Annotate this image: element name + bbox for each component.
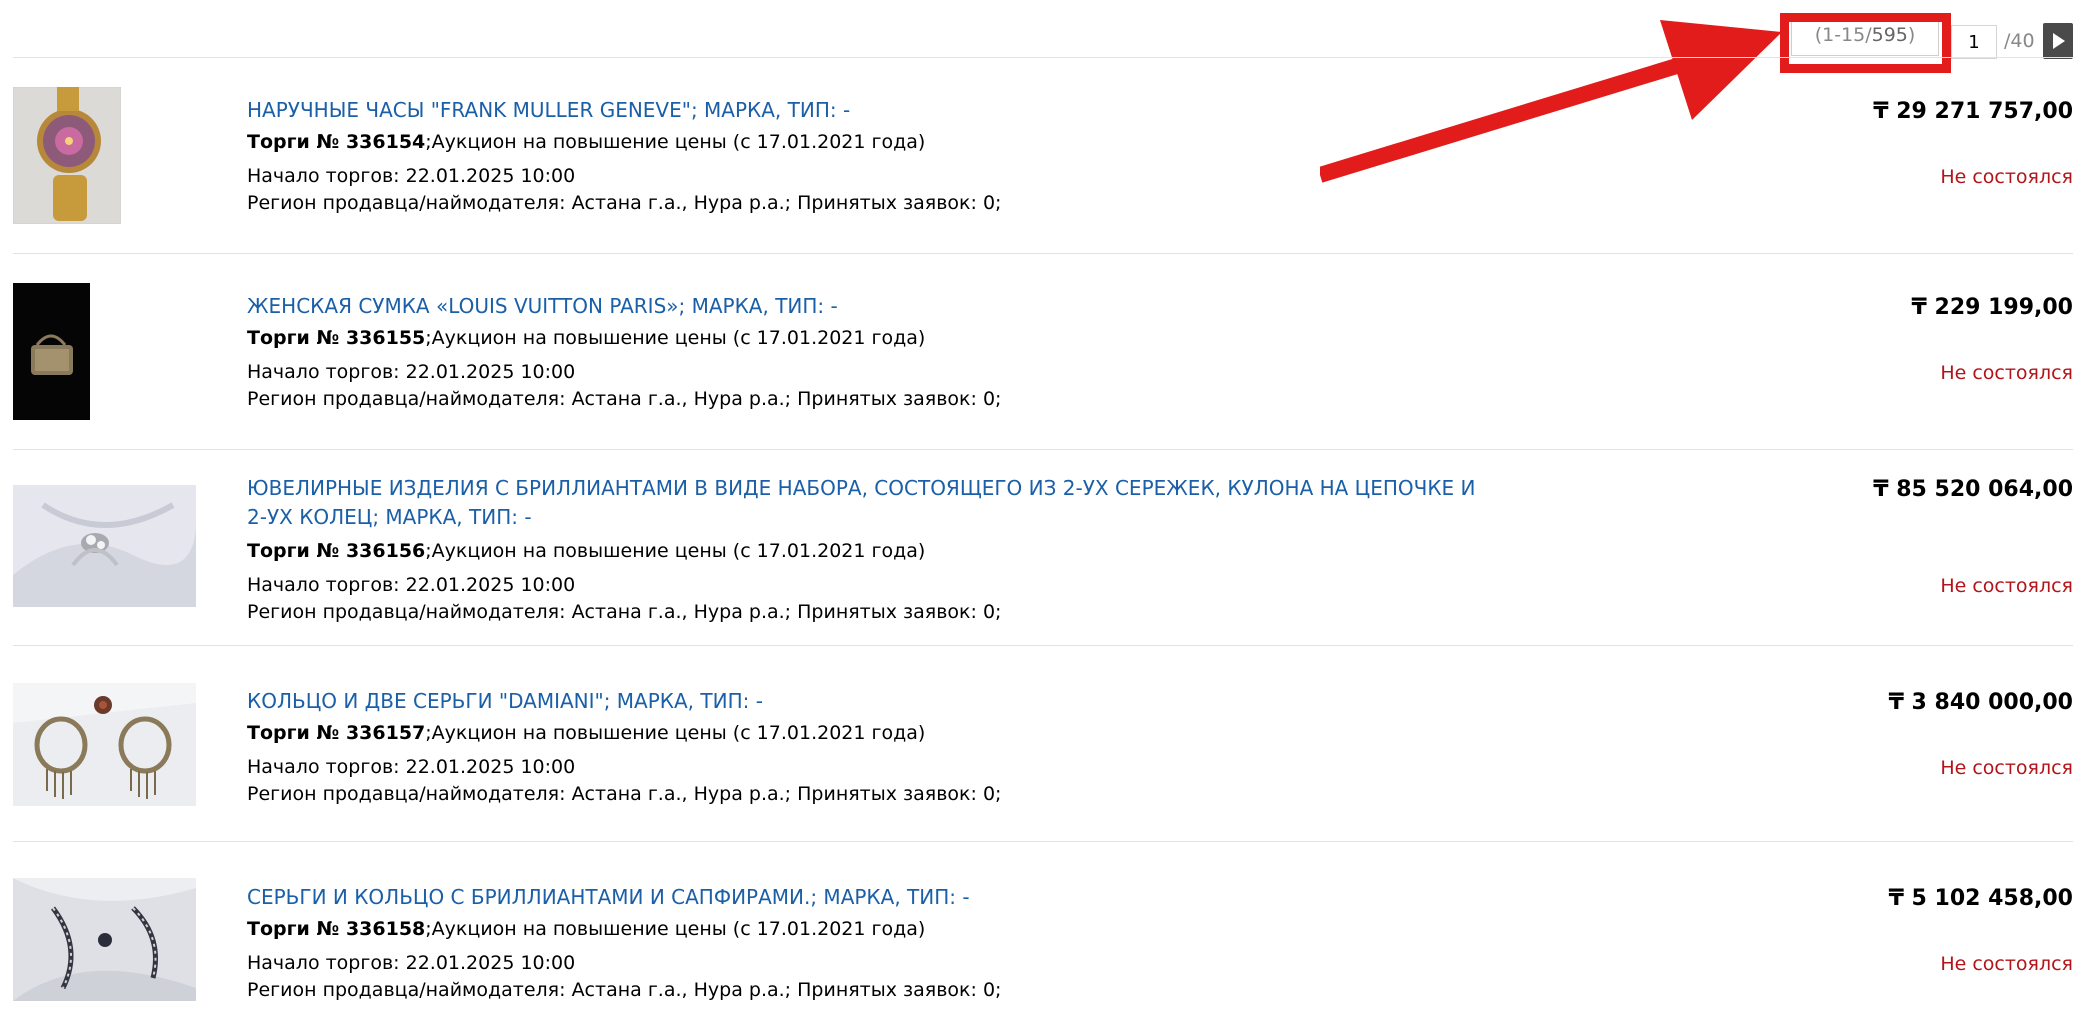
bids-value: 0; xyxy=(982,979,1002,1001)
bids-value: 0; xyxy=(982,192,1002,214)
region-value: Астана г.а., Нура р.а.; xyxy=(571,601,792,623)
start-date: 22.01.2025 10:00 xyxy=(405,756,576,778)
lot-prefix: Торги № xyxy=(247,540,346,562)
start-date: 22.01.2025 10:00 xyxy=(405,361,576,383)
region-value: Астана г.а., Нура р.а.; xyxy=(571,192,792,214)
status-badge: Не состоялся xyxy=(1940,953,2073,975)
price: ₸ 3 840 000,00 xyxy=(1888,690,2073,715)
lot-number: 336156 xyxy=(345,540,426,562)
lot-number: 336155 xyxy=(345,327,426,349)
start-date: 22.01.2025 10:00 xyxy=(405,165,576,187)
price: ₸ 5 102 458,00 xyxy=(1888,886,2073,911)
region-value: Астана г.а., Нура р.а.; xyxy=(571,979,792,1001)
region-line: Регион продавца/наймодателя: Астана г.а.… xyxy=(247,192,1001,214)
lot-number: 336157 xyxy=(345,722,426,744)
item-title-link[interactable]: ЮВЕЛИРНЫЕ ИЗДЕЛИЯ С БРИЛЛИАНТАМИ В ВИДЕ … xyxy=(247,474,1477,532)
bids-label: Принятых заявок: xyxy=(797,601,977,623)
start-date-line: Начало торгов: 22.01.2025 10:00 xyxy=(247,574,575,596)
auction-type: ;Аукцион на повышение цены (с 17.01.2021… xyxy=(425,722,926,744)
price: ₸ 29 271 757,00 xyxy=(1873,99,2073,124)
lot-prefix: Торги № xyxy=(247,918,346,940)
jewelry-set-photo-icon[interactable] xyxy=(13,485,196,607)
region-line: Регион продавца/наймодателя: Астана г.а.… xyxy=(247,388,1001,410)
region-value: Астана г.а., Нура р.а.; xyxy=(571,388,792,410)
page-total: /40 xyxy=(2004,30,2035,52)
list-item: СЕРЬГИ И КОЛЬЦО С БРИЛЛИАНТАМИ И САПФИРА… xyxy=(13,842,2073,1012)
start-label: Начало торгов: xyxy=(247,361,400,383)
start-label: Начало торгов: xyxy=(247,574,400,596)
price: ₸ 229 199,00 xyxy=(1911,295,2073,320)
auction-type: ;Аукцион на повышение цены (с 17.01.2021… xyxy=(425,131,926,153)
start-date-line: Начало торгов: 22.01.2025 10:00 xyxy=(247,952,575,974)
start-date-line: Начало торгов: 22.01.2025 10:00 xyxy=(247,165,575,187)
region-line: Регион продавца/наймодателя: Астана г.а.… xyxy=(247,601,1001,623)
region-label: Регион продавца/наймодателя: xyxy=(247,601,566,623)
start-date-line: Начало торгов: 22.01.2025 10:00 xyxy=(247,756,575,778)
lot-prefix: Торги № xyxy=(247,722,346,744)
region-line: Регион продавца/наймодателя: Астана г.а.… xyxy=(247,783,1001,805)
earrings-photo-icon[interactable] xyxy=(13,683,196,806)
item-title-link[interactable]: КОЛЬЦО И ДВЕ СЕРЬГИ "DAMIANI"; МАРКА, ТИ… xyxy=(247,687,1477,716)
next-page-button[interactable] xyxy=(2043,23,2073,59)
lot-info: Торги № 336156;Аукцион на повышение цены… xyxy=(247,540,925,562)
region-label: Регион продавца/наймодателя: xyxy=(247,783,566,805)
bids-label: Принятых заявок: xyxy=(797,783,977,805)
auction-list-page: (1-15/595) /40 НАРУЧНЫЕ ЧАСЫ "FRANK MULL… xyxy=(0,0,2089,1012)
auction-type: ;Аукцион на повышение цены (с 17.01.2021… xyxy=(425,327,926,349)
start-label: Начало торгов: xyxy=(247,165,400,187)
item-title-link[interactable]: НАРУЧНЫЕ ЧАСЫ "FRANK MULLER GENEVE"; МАР… xyxy=(247,96,1477,125)
lot-info: Торги № 336154;Аукцион на повышение цены… xyxy=(247,131,925,153)
region-label: Регион продавца/наймодателя: xyxy=(247,192,566,214)
auction-type: ;Аукцион на повышение цены (с 17.01.2021… xyxy=(425,540,926,562)
lot-number: 336154 xyxy=(345,131,426,153)
region-label: Регион продавца/наймодателя: xyxy=(247,388,566,410)
bids-value: 0; xyxy=(982,601,1002,623)
lot-info: Торги № 336157;Аукцион на повышение цены… xyxy=(247,722,925,744)
lot-prefix: Торги № xyxy=(247,131,346,153)
region-label: Регион продавца/наймодателя: xyxy=(247,979,566,1001)
page-number-input[interactable] xyxy=(1951,25,1997,59)
sapphire-earrings-photo-icon[interactable] xyxy=(13,878,196,1001)
lot-prefix: Торги № xyxy=(247,327,346,349)
status-badge: Не состоялся xyxy=(1940,362,2073,384)
bids-label: Принятых заявок: xyxy=(797,979,977,1001)
region-value: Астана г.а., Нура р.а.; xyxy=(571,783,792,805)
status-badge: Не состоялся xyxy=(1940,757,2073,779)
handbag-photo-icon[interactable] xyxy=(13,283,90,420)
bids-value: 0; xyxy=(982,388,1002,410)
start-date-line: Начало торгов: 22.01.2025 10:00 xyxy=(247,361,575,383)
item-title-link[interactable]: ЖЕНСКАЯ СУМКА «LOUIS VUITTON PARIS»; МАР… xyxy=(247,292,1477,321)
auction-type: ;Аукцион на повышение цены (с 17.01.2021… xyxy=(425,918,926,940)
bids-label: Принятых заявок: xyxy=(797,192,977,214)
bids-value: 0; xyxy=(982,783,1002,805)
start-label: Начало торгов: xyxy=(247,756,400,778)
lot-number: 336158 xyxy=(345,918,426,940)
start-label: Начало торгов: xyxy=(247,952,400,974)
list-item: НАРУЧНЫЕ ЧАСЫ "FRANK MULLER GENEVE"; МАР… xyxy=(13,58,2073,254)
lot-info: Торги № 336155;Аукцион на повышение цены… xyxy=(247,327,925,349)
watch-photo-icon[interactable] xyxy=(13,87,121,224)
list-item: КОЛЬЦО И ДВЕ СЕРЬГИ "DAMIANI"; МАРКА, ТИ… xyxy=(13,646,2073,842)
start-date: 22.01.2025 10:00 xyxy=(405,952,576,974)
list-item: ЮВЕЛИРНЫЕ ИЗДЕЛИЯ С БРИЛЛИАНТАМИ В ВИДЕ … xyxy=(13,450,2073,646)
bids-label: Принятых заявок: xyxy=(797,388,977,410)
price: ₸ 85 520 064,00 xyxy=(1873,477,2073,502)
start-date: 22.01.2025 10:00 xyxy=(405,574,576,596)
item-title-link[interactable]: СЕРЬГИ И КОЛЬЦО С БРИЛЛИАНТАМИ И САПФИРА… xyxy=(247,883,1477,912)
region-line: Регион продавца/наймодателя: Астана г.а.… xyxy=(247,979,1001,1001)
status-badge: Не состоялся xyxy=(1940,166,2073,188)
list-item: ЖЕНСКАЯ СУМКА «LOUIS VUITTON PARIS»; МАР… xyxy=(13,254,2073,450)
lot-info: Торги № 336158;Аукцион на повышение цены… xyxy=(247,918,925,940)
status-badge: Не состоялся xyxy=(1940,575,2073,597)
